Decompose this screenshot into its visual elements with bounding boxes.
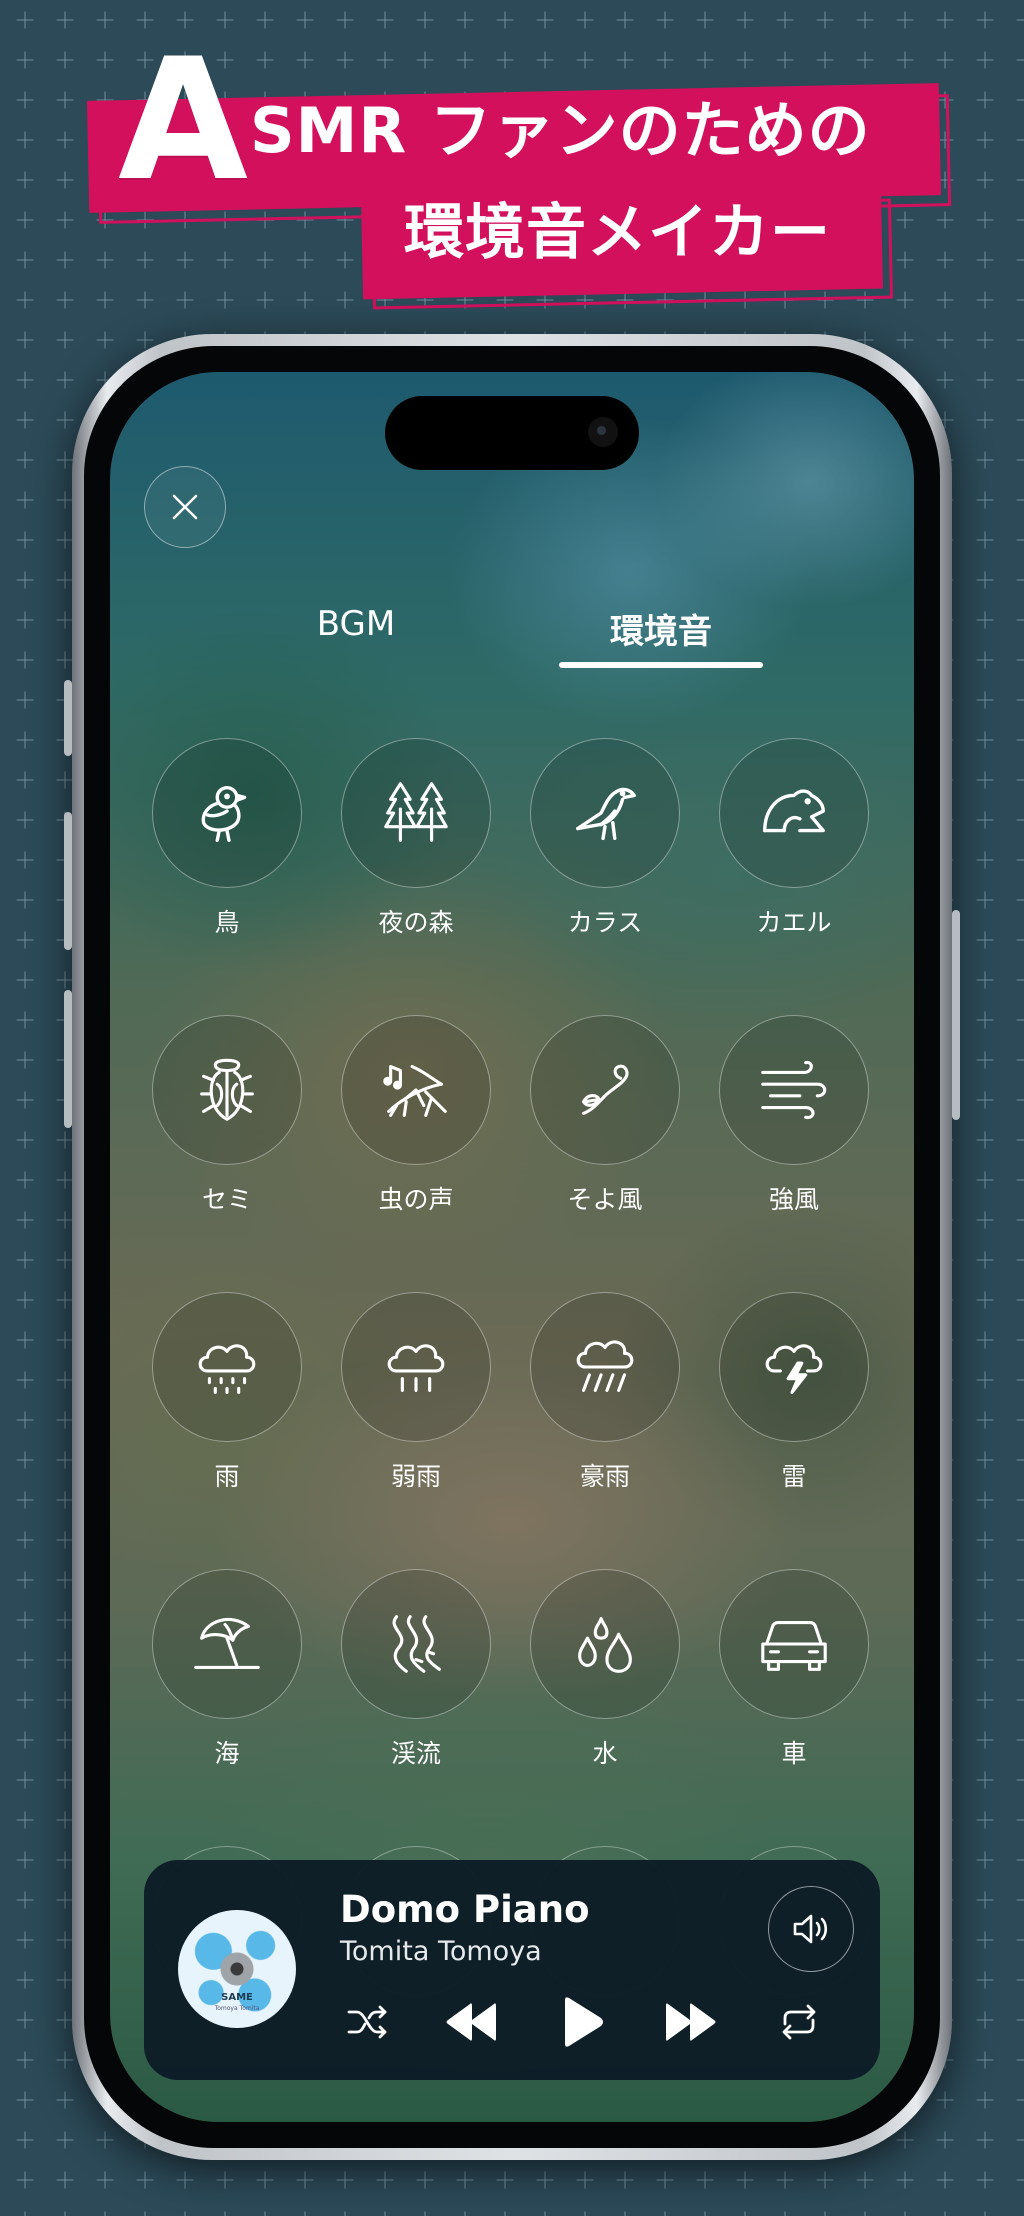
heavy-rain-icon — [576, 1340, 634, 1392]
speaker-icon — [793, 1914, 828, 1944]
cricket-icon — [383, 1065, 447, 1117]
action-button — [64, 680, 72, 756]
tab-bgm[interactable]: BGM — [246, 604, 466, 644]
sound-button-sea[interactable]: 海 — [150, 1569, 304, 1766]
cicada-icon — [200, 1058, 254, 1121]
breeze-icon — [581, 1064, 629, 1115]
sound-label: カエル — [756, 908, 832, 937]
sound-button-water[interactable]: 水 — [528, 1569, 682, 1766]
sound-button-stream[interactable]: 渓流 — [339, 1569, 493, 1766]
light-rain-icon — [387, 1344, 445, 1392]
sound-button-bird[interactable]: 鳥 — [150, 738, 304, 935]
sound-label: 海 — [214, 1739, 240, 1768]
previous-icon — [446, 2003, 496, 2041]
stream-icon — [392, 1615, 441, 1673]
sound-button-insects[interactable]: 虫の声 — [339, 1015, 493, 1212]
water-drops-icon — [578, 1617, 632, 1673]
repeat-button[interactable] — [772, 2000, 826, 2044]
previous-button[interactable] — [440, 1996, 500, 2048]
album-art-subtext: Tomoya Tomita — [214, 2005, 260, 2012]
headline-big-letter: A — [118, 22, 249, 218]
shuffle-button[interactable] — [340, 2000, 394, 2044]
sound-label: 弱雨 — [390, 1462, 441, 1491]
rain-icon — [198, 1344, 256, 1394]
sound-label: 雷 — [781, 1462, 807, 1491]
sound-label: 虫の声 — [378, 1185, 454, 1214]
car-icon — [761, 1620, 827, 1671]
volume-up-button — [64, 812, 72, 950]
sound-label: カラス — [567, 908, 643, 937]
close-icon — [172, 494, 198, 520]
headline-line-1: SMR ファンのための — [250, 94, 871, 167]
sound-button-thunder[interactable]: 雷 — [717, 1292, 871, 1489]
active-tab-indicator — [559, 662, 763, 668]
next-icon — [666, 2003, 716, 2041]
sound-label: 雨 — [214, 1462, 240, 1491]
tab-ambient[interactable]: 環境音 — [551, 604, 771, 653]
sound-label: セミ — [201, 1185, 252, 1214]
next-button[interactable] — [662, 1996, 722, 2048]
volume-down-button — [64, 990, 72, 1128]
sound-label: 車 — [781, 1739, 807, 1768]
sound-label: 鳥 — [214, 908, 240, 937]
sound-button-breeze[interactable]: そよ風 — [528, 1015, 682, 1212]
crow-icon — [575, 787, 636, 841]
sound-button-strong-wind[interactable]: 強風 — [717, 1015, 871, 1212]
strong-wind-icon — [761, 1061, 827, 1119]
track-title: Domo Piano — [340, 1888, 590, 1931]
track-artist: Tomita Tomoya — [340, 1936, 542, 1967]
shuffle-icon — [347, 2005, 387, 2039]
beach-umbrella-icon — [194, 1617, 260, 1669]
volume-button[interactable] — [768, 1886, 854, 1972]
album-art[interactable]: SAME Tomoya Tomita — [178, 1910, 296, 2028]
forest-icon — [384, 782, 448, 842]
sound-label: そよ風 — [567, 1185, 643, 1214]
sound-button-frog[interactable]: カエル — [717, 738, 871, 935]
camera-icon — [588, 417, 618, 447]
close-button[interactable] — [144, 466, 226, 548]
sound-button-night-forest[interactable]: 夜の森 — [339, 738, 493, 935]
sound-button-crow[interactable]: カラス — [528, 738, 682, 935]
play-button[interactable] — [554, 1994, 610, 2050]
sound-label: 渓流 — [390, 1739, 441, 1768]
bird-icon — [201, 785, 247, 843]
sound-label: 豪雨 — [579, 1462, 630, 1491]
power-button — [952, 910, 960, 1120]
sound-button-heavy-rain[interactable]: 豪雨 — [528, 1292, 682, 1489]
album-art-text: SAME — [221, 1992, 253, 2003]
frog-icon — [763, 789, 825, 833]
repeat-icon — [782, 2004, 816, 2040]
sound-button-rain[interactable]: 雨 — [150, 1292, 304, 1489]
headline-line-2: 環境音メイカー — [404, 198, 831, 268]
thunder-icon — [765, 1344, 823, 1394]
sound-label: 水 — [592, 1739, 618, 1768]
sound-label: 夜の森 — [378, 908, 454, 937]
sound-button-car[interactable]: 車 — [717, 1569, 871, 1766]
play-icon — [565, 1997, 603, 2047]
sound-label: 強風 — [768, 1185, 819, 1214]
sound-button-light-rain[interactable]: 弱雨 — [339, 1292, 493, 1489]
sound-button-cicada[interactable]: セミ — [150, 1015, 304, 1212]
